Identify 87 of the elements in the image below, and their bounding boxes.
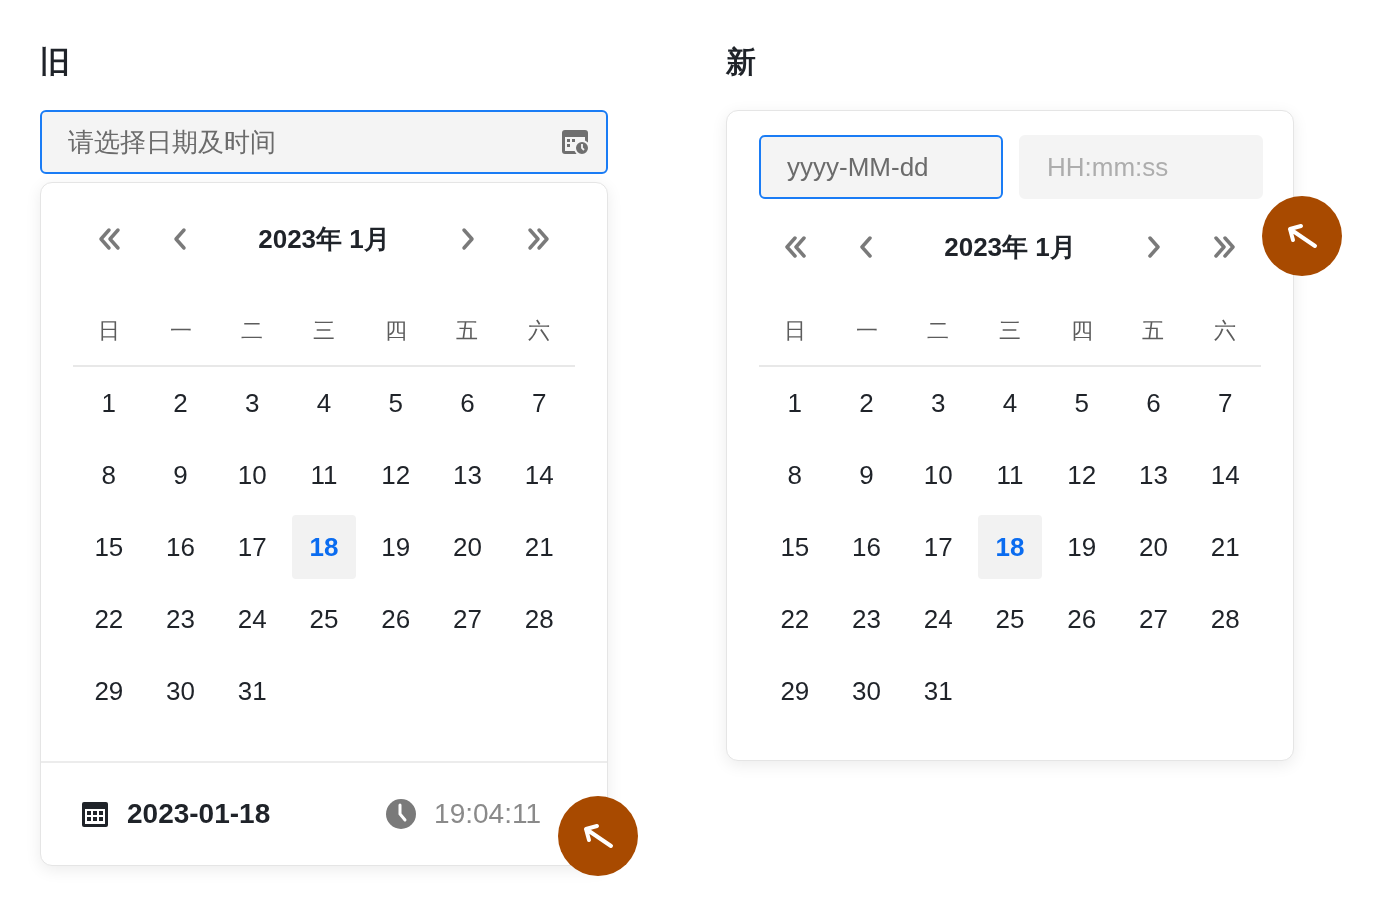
weekday-label: 二 bbox=[240, 316, 265, 345]
calendar-day[interactable]: 20 bbox=[1121, 515, 1186, 579]
weekday-label: 五 bbox=[1141, 316, 1166, 345]
calendar-day[interactable]: 4 bbox=[292, 371, 356, 435]
calendar-day[interactable]: 7 bbox=[507, 371, 572, 435]
date-input[interactable]: yyyy-MM-dd bbox=[759, 135, 1003, 199]
calendar-day[interactable]: 12 bbox=[363, 443, 428, 507]
weekday-label: 日 bbox=[782, 316, 807, 345]
calendar-day[interactable]: 20 bbox=[435, 515, 500, 579]
calendar-day[interactable]: 14 bbox=[1193, 443, 1258, 507]
section-title: 新 bbox=[726, 44, 757, 80]
weekday-label: 二 bbox=[926, 316, 951, 345]
calendar-day[interactable]: 17 bbox=[220, 515, 285, 579]
calendar-day[interactable]: 11 bbox=[978, 443, 1042, 507]
calendar-day[interactable]: 21 bbox=[1193, 515, 1258, 579]
calendar-day[interactable]: 19 bbox=[363, 515, 428, 579]
calendar-icon bbox=[81, 800, 109, 828]
calendar-day[interactable]: 9 bbox=[148, 443, 213, 507]
weekday-label: 六 bbox=[527, 316, 552, 345]
calendar-day[interactable]: 5 bbox=[363, 371, 428, 435]
weekday-label: 一 bbox=[854, 316, 879, 345]
calendar-day[interactable]: 8 bbox=[76, 443, 141, 507]
month-year-title[interactable]: 2023年 1月 bbox=[216, 219, 432, 259]
calendar-day[interactable]: 12 bbox=[1049, 443, 1114, 507]
calendar-day[interactable]: 24 bbox=[220, 587, 285, 651]
date-time-input[interactable]: 请选择日期及时间 bbox=[40, 110, 608, 174]
calendar-day[interactable]: 29 bbox=[76, 659, 141, 723]
calendar-day[interactable]: 22 bbox=[762, 587, 827, 651]
calendar-day[interactable]: 6 bbox=[435, 371, 500, 435]
calendar-day[interactable]: 13 bbox=[435, 443, 500, 507]
section-title: 旧 bbox=[40, 44, 71, 80]
calendar-day[interactable]: 2 bbox=[148, 371, 213, 435]
calendar-day[interactable]: 3 bbox=[220, 371, 285, 435]
calendar-day[interactable]: 25 bbox=[292, 587, 356, 651]
calendar-day[interactable]: 26 bbox=[1049, 587, 1114, 651]
calendar-day[interactable]: 29 bbox=[762, 659, 827, 723]
weekday-label: 五 bbox=[455, 316, 480, 345]
calendar-day[interactable]: 23 bbox=[834, 587, 899, 651]
selected-date[interactable]: 2023-01-18 bbox=[127, 793, 271, 835]
calendar-day[interactable]: 28 bbox=[507, 587, 572, 651]
weekday-label: 三 bbox=[312, 316, 336, 345]
calendar-day[interactable]: 30 bbox=[148, 659, 213, 723]
calendar-clock-icon bbox=[560, 127, 590, 157]
weekday-label: 六 bbox=[1213, 316, 1238, 345]
calendar-day[interactable]: 27 bbox=[435, 587, 500, 651]
calendar-day[interactable]: 1 bbox=[76, 371, 141, 435]
calendar-day[interactable]: 17 bbox=[906, 515, 971, 579]
calendar-day[interactable]: 23 bbox=[148, 587, 213, 651]
weekday-label: 四 bbox=[383, 316, 408, 345]
calendar-day[interactable]: 19 bbox=[1049, 515, 1114, 579]
weekday-label: 三 bbox=[998, 316, 1022, 345]
calendar-day[interactable]: 11 bbox=[292, 443, 356, 507]
calendar-day[interactable]: 30 bbox=[834, 659, 899, 723]
calendar-day[interactable]: 2 bbox=[834, 371, 899, 435]
calendar-day[interactable]: 14 bbox=[507, 443, 572, 507]
calendar-day[interactable]: 9 bbox=[834, 443, 899, 507]
calendar-day[interactable]: 7 bbox=[1193, 371, 1258, 435]
calendar-day[interactable]: 3 bbox=[906, 371, 971, 435]
calendar-day[interactable]: 10 bbox=[220, 443, 285, 507]
weekday-label: 四 bbox=[1069, 316, 1094, 345]
calendar-day[interactable]: 18 bbox=[978, 515, 1042, 579]
calendar-day[interactable]: 5 bbox=[1049, 371, 1114, 435]
calendar-day[interactable]: 10 bbox=[906, 443, 971, 507]
calendar-day[interactable]: 25 bbox=[978, 587, 1042, 651]
calendar-day[interactable]: 21 bbox=[507, 515, 572, 579]
calendar-day[interactable]: 27 bbox=[1121, 587, 1186, 651]
calendar-day[interactable]: 18 bbox=[292, 515, 356, 579]
calendar-day[interactable]: 31 bbox=[220, 659, 285, 723]
calendar-day[interactable]: 15 bbox=[762, 515, 827, 579]
weekday-label: 日 bbox=[96, 316, 121, 345]
calendar-day[interactable]: 6 bbox=[1121, 371, 1186, 435]
clock-icon bbox=[386, 799, 417, 829]
calendar-day[interactable]: 26 bbox=[363, 587, 428, 651]
calendar-day[interactable]: 8 bbox=[762, 443, 827, 507]
calendar-day[interactable]: 22 bbox=[76, 587, 141, 651]
calendar-day[interactable]: 24 bbox=[906, 587, 971, 651]
weekday-label: 一 bbox=[168, 316, 193, 345]
calendar-day[interactable]: 31 bbox=[906, 659, 971, 723]
calendar-day[interactable]: 4 bbox=[978, 371, 1042, 435]
calendar-day[interactable]: 1 bbox=[762, 371, 827, 435]
calendar-day[interactable]: 13 bbox=[1121, 443, 1186, 507]
month-year-title[interactable]: 2023年 1月 bbox=[902, 227, 1118, 267]
calendar-day[interactable]: 16 bbox=[834, 515, 899, 579]
calendar-day[interactable]: 16 bbox=[148, 515, 213, 579]
time-input[interactable]: HH:mm:ss bbox=[1019, 135, 1263, 199]
calendar-day[interactable]: 28 bbox=[1193, 587, 1258, 651]
calendar-day[interactable]: 15 bbox=[76, 515, 141, 579]
